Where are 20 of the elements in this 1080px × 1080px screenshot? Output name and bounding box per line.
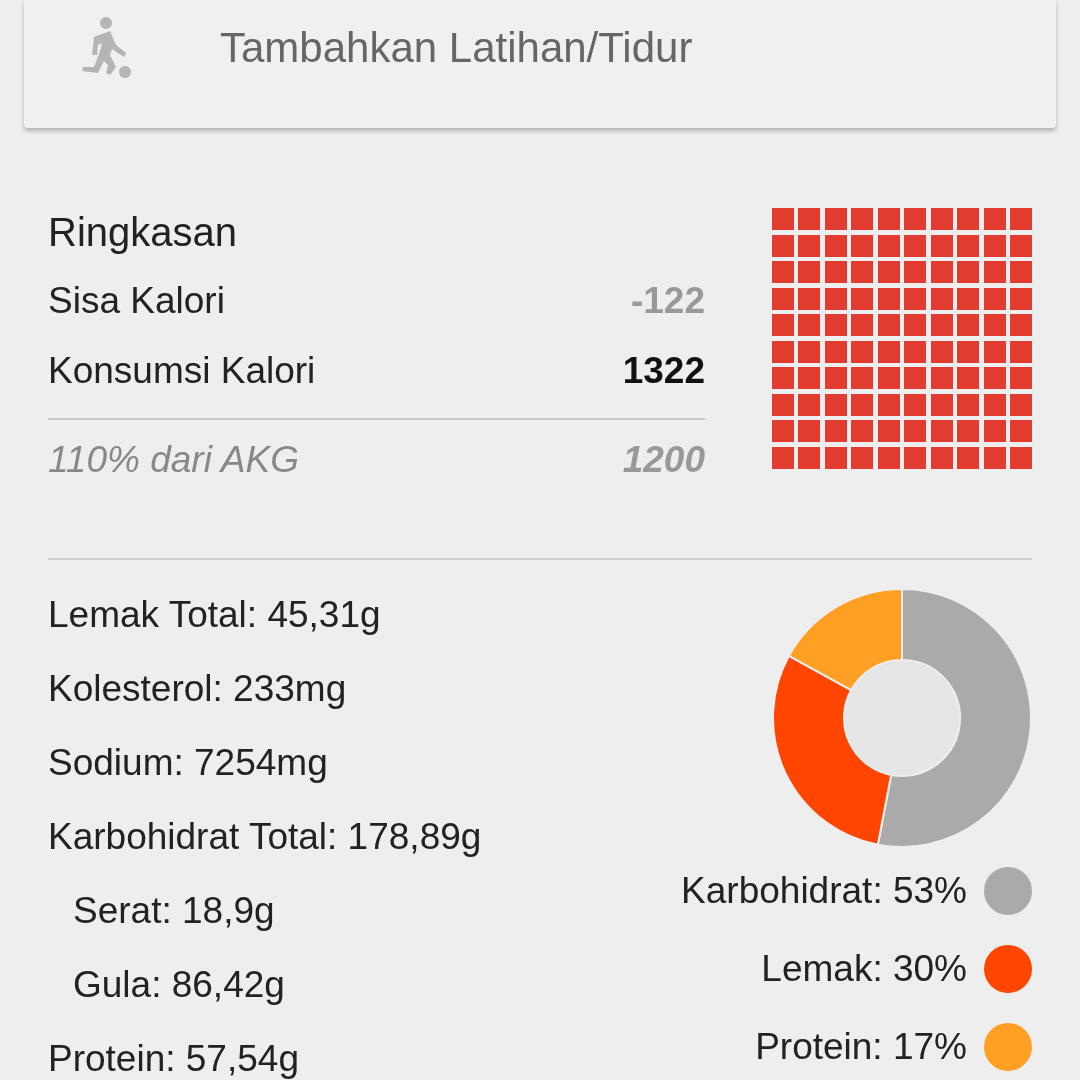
- sub-nutrient-text: Gula: 86,42g: [72, 963, 286, 1007]
- legend-label: Lemak: 30%: [761, 948, 967, 990]
- nutrient-text: Protein: 57,54g: [48, 1037, 300, 1080]
- nutrient-text: Karbohidrat Total: 178,89g: [48, 815, 482, 859]
- calorie-label: Sisa Kalori: [48, 279, 225, 323]
- legend-label: Protein: 17%: [755, 1026, 967, 1068]
- add-activity-label: Tambahkan Latihan/Tidur: [220, 24, 693, 72]
- nutrient-text: Kolesterol: 233mg: [48, 667, 348, 711]
- calorie-label: Konsumsi Kalori: [48, 349, 316, 393]
- rda-value: 1200: [622, 438, 705, 482]
- nutrient-text: Lemak Total: 45,31g: [48, 593, 382, 637]
- sub-nutrient-text: Serat: 18,9g: [72, 889, 276, 933]
- calorie-value: 1322: [622, 349, 705, 393]
- add-activity-card[interactable]: Tambahkan Latihan/Tidur: [24, 0, 1056, 128]
- running-figure-icon: [80, 15, 132, 81]
- rda-percent-label: 110% dari AKG: [48, 438, 299, 482]
- nutrient-text: Sodium: 7254mg: [48, 741, 329, 785]
- summary-title: Ringkasan: [48, 209, 238, 256]
- calorie-value: -122: [630, 279, 705, 323]
- legend-label: Karbohidrat: 53%: [681, 870, 967, 912]
